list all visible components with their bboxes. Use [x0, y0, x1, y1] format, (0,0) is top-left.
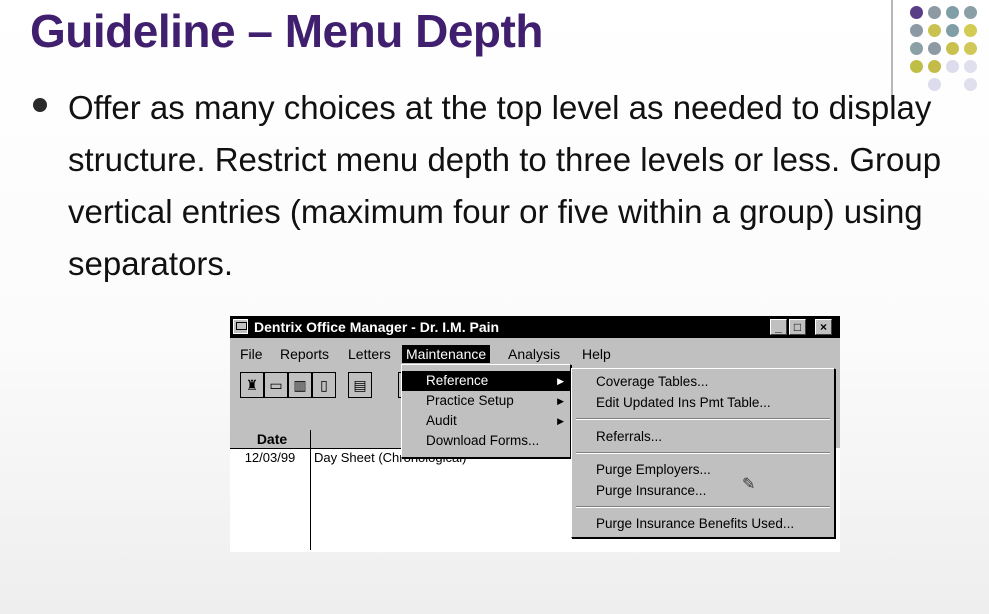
menu-item-reference[interactable]: Reference ▶	[402, 371, 570, 391]
pencil-icon: ✎	[742, 476, 756, 493]
dot	[928, 42, 941, 55]
menu-item-label: Edit Updated Ins Pmt Table...	[596, 395, 771, 410]
menu-separator	[576, 506, 830, 508]
submenu-arrow-icon: ▶	[557, 416, 564, 426]
submenu-item-purge-insurance[interactable]: Purge Insurance...	[572, 481, 706, 501]
menu-file[interactable]: File	[236, 345, 267, 363]
menu-help[interactable]: Help	[578, 345, 615, 363]
app-icon[interactable]	[233, 319, 248, 334]
dot	[946, 6, 959, 19]
menu-item-download-forms[interactable]: Download Forms...	[402, 431, 570, 451]
dot	[928, 60, 941, 73]
chart-icon[interactable]: ▥	[288, 372, 312, 398]
printer-icon[interactable]: ▤	[348, 372, 372, 398]
maintenance-menu: Reference ▶ Practice Setup ▶ Audit ▶ Dow…	[401, 364, 571, 458]
menu-item-label: Practice Setup	[426, 393, 514, 408]
menu-letters[interactable]: Letters	[344, 345, 395, 363]
menu-item-label: Purge Employers...	[596, 462, 711, 477]
submenu-arrow-icon: ▶	[557, 396, 564, 406]
submenu-item-purge-insurance-benefits-used[interactable]: Purge Insurance Benefits Used...	[572, 514, 794, 534]
bullet-icon	[33, 98, 47, 112]
table-cell-date[interactable]: 12/03/99	[234, 450, 306, 465]
dot	[946, 60, 959, 73]
menu-item-label: Reference	[426, 373, 489, 388]
dot	[964, 6, 977, 19]
submenu-item-referrals[interactable]: Referrals...	[572, 427, 662, 447]
menubar: File Reports Letters Maintenance Analysi…	[230, 342, 840, 364]
submenu-item-coverage-tables[interactable]: Coverage Tables...	[572, 372, 708, 392]
column-divider	[310, 430, 311, 550]
menu-item-label: Audit	[426, 413, 457, 428]
reference-submenu: Coverage Tables... Edit Updated Ins Pmt …	[571, 368, 835, 538]
submenu-arrow-icon: ▶	[557, 376, 564, 386]
menu-item-label: Coverage Tables...	[596, 374, 709, 389]
menu-separator	[576, 418, 830, 420]
menu-item-label: Purge Insurance Benefits Used...	[596, 516, 795, 531]
app-window: Dentrix Office Manager - Dr. I.M. Pain _…	[230, 316, 840, 552]
menu-item-audit[interactable]: Audit ▶	[402, 411, 570, 431]
menu-maintenance[interactable]: Maintenance	[402, 345, 491, 363]
dot	[964, 78, 977, 91]
menu-item-label: Download Forms...	[426, 433, 540, 448]
toolbar: ♜ ▭ ▥ ▯ ▤	[240, 372, 380, 400]
menu-item-practice-setup[interactable]: Practice Setup ▶	[402, 391, 570, 411]
book-icon[interactable]: ▯	[312, 372, 336, 398]
dot	[910, 24, 923, 37]
dot	[928, 6, 941, 19]
window-titlebar[interactable]: Dentrix Office Manager - Dr. I.M. Pain _…	[230, 316, 840, 338]
menu-separator	[576, 452, 830, 454]
submenu-item-edit-updated-ins-pmt-table[interactable]: Edit Updated Ins Pmt Table...	[572, 393, 771, 413]
dot	[946, 24, 959, 37]
dot	[964, 60, 977, 73]
bullet-text: Offer as many choices at the top level a…	[68, 89, 942, 282]
menu-item-label: Purge Insurance...	[596, 483, 707, 498]
close-button[interactable]: ×	[815, 319, 832, 335]
slide-title: Guideline – Menu Depth	[30, 5, 543, 57]
dot	[910, 42, 923, 55]
dot	[964, 42, 977, 55]
menu-analysis[interactable]: Analysis	[504, 345, 564, 363]
maximize-button[interactable]: □	[789, 319, 806, 335]
menu-reports[interactable]: Reports	[276, 345, 333, 363]
window-title: Dentrix Office Manager - Dr. I.M. Pain	[254, 319, 500, 335]
dot	[910, 60, 923, 73]
folder-icon[interactable]: ▭	[264, 372, 288, 398]
date-column-header[interactable]: Date	[234, 430, 311, 448]
menu-item-label: Referrals...	[596, 429, 663, 444]
submenu-item-purge-employers[interactable]: Purge Employers...	[572, 460, 711, 480]
tooth-icon[interactable]: ♜	[240, 372, 264, 398]
dot	[946, 42, 959, 55]
dot	[910, 6, 923, 19]
dot	[928, 24, 941, 37]
minimize-button[interactable]: _	[770, 319, 787, 335]
dot	[964, 24, 977, 37]
